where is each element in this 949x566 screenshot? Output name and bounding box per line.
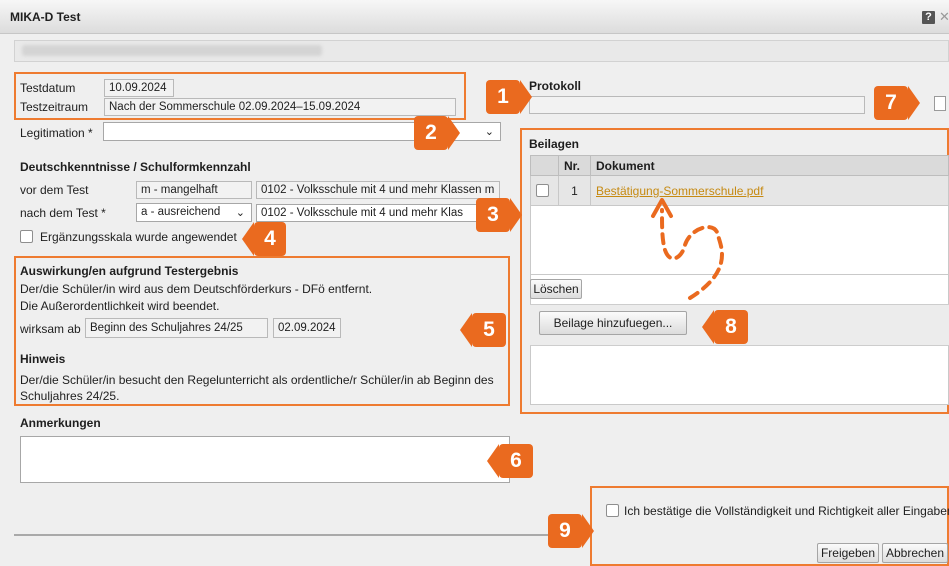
chevron-down-icon: ⌄ [235, 207, 245, 219]
protokoll-label: Protokoll [529, 79, 582, 93]
dokument-column-header: Dokument [590, 155, 949, 176]
testzeitraum-label: Testzeitraum [20, 100, 89, 114]
callout-badge-8: 8 [702, 310, 748, 344]
vor-test-label: vor dem Test [20, 183, 89, 197]
callout-badge-9: 9 [548, 514, 594, 548]
nach-test-grade-select[interactable]: a - ausreichend ⌄ [136, 203, 252, 222]
select-column-header [530, 155, 559, 176]
title-bar [0, 0, 949, 34]
close-icon[interactable]: ✕ [939, 9, 949, 25]
confirm-label: Ich bestätige die Vollständigkeit und Ri… [624, 504, 949, 518]
delete-button[interactable]: Löschen [530, 279, 582, 299]
callout-badge-2: 2 [414, 116, 460, 150]
callout-badge-7: 7 [874, 86, 920, 120]
ergaenzung-checkbox[interactable] [20, 230, 33, 243]
callout-badge-5: 5 [460, 313, 506, 347]
legitimation-label: Legitimation * [20, 126, 93, 140]
callout-arrow [651, 198, 724, 300]
deutsch-section-title: Deutschkenntnisse / Schulformkennzahl [20, 160, 251, 174]
bottom-divider [14, 534, 589, 536]
nach-test-grade-value: a - ausreichend [141, 206, 221, 218]
nach-test-school-select[interactable]: 0102 - Volksschule mit 4 und mehr Klas [256, 204, 500, 222]
nr-column-header: Nr. [558, 155, 591, 176]
chevron-down-icon: ⌄ [484, 126, 494, 138]
callout-badge-6: 6 [487, 444, 533, 478]
auswirkung-title: Auswirkung/en aufgrund Testergebnis [20, 264, 239, 278]
testdatum-value: 10.09.2024 [104, 79, 174, 97]
callout-badge-4: 4 [242, 222, 286, 256]
row-checkbox-cell [530, 175, 559, 206]
auswirkung-line1: Der/die Schüler/in wird aus dem Deutschf… [20, 282, 373, 296]
testdatum-label: Testdatum [20, 81, 76, 95]
testzeitraum-value: Nach der Sommerschule 02.09.2024–15.09.2… [104, 98, 456, 116]
ergaenzung-label: Ergänzungsskala wurde angewendet [40, 230, 237, 244]
beilagen-title: Beilagen [529, 137, 580, 151]
window-title: MIKA-D Test [10, 10, 81, 24]
cancel-button[interactable]: Abbrechen [882, 543, 948, 563]
wirksam-label: wirksam ab [20, 322, 81, 336]
help-icon[interactable]: ? [922, 11, 935, 24]
row-checkbox[interactable] [536, 184, 549, 197]
nach-test-label: nach dem Test * [20, 206, 106, 220]
hinweis-line1: Der/die Schüler/in besucht den Regelunte… [20, 373, 494, 387]
callout-badge-3: 3 [476, 198, 522, 232]
row-nr: 1 [558, 175, 591, 206]
wirksam-value: Beginn des Schuljahres 24/25 [85, 318, 268, 338]
protokoll-field [529, 96, 865, 114]
blurred-student-name [22, 45, 322, 56]
document-edit-icon[interactable] [934, 96, 946, 111]
add-attachment-button[interactable]: Beilage hinzufuegen... [539, 311, 687, 335]
release-button[interactable]: Freigeben [817, 543, 879, 563]
callout-badge-1: 1 [486, 80, 532, 114]
vor-test-school: 0102 - Volksschule mit 4 und mehr Klasse… [256, 181, 500, 199]
vor-test-grade: m - mangelhaft [136, 181, 252, 199]
anmerkungen-label: Anmerkungen [20, 416, 101, 430]
confirm-checkbox[interactable] [606, 504, 619, 517]
auswirkung-line2: Die Außerordentlichkeit wird beendet. [20, 299, 220, 313]
hinweis-title: Hinweis [20, 352, 66, 366]
hinweis-line2: Schuljahres 24/25. [20, 389, 120, 403]
wirksam-date: 02.09.2024 [273, 318, 341, 338]
anmerkungen-textarea[interactable] [20, 436, 510, 483]
